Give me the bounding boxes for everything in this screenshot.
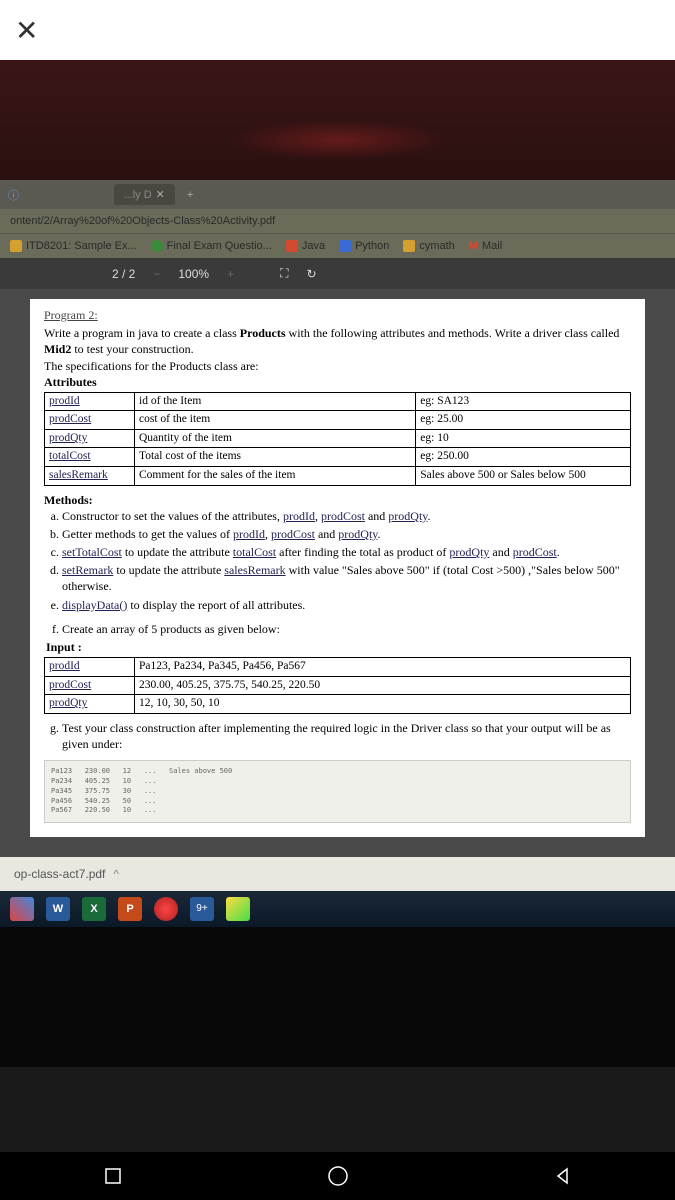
zoom-out-button[interactable]: −: [153, 267, 160, 281]
home-button[interactable]: [327, 1165, 349, 1187]
bookmark-mail[interactable]: M Mail: [469, 240, 502, 252]
list-item: Test your class construction after imple…: [62, 720, 631, 752]
url-bar[interactable]: ontent/2/Array%20of%20Objects-Class%20Ac…: [0, 209, 675, 233]
spec-line: The specifications for the Products clas…: [44, 358, 631, 374]
java-icon: [286, 240, 298, 252]
input-table: prodIdPa123, Pa234, Pa345, Pa456, Pa567 …: [44, 657, 631, 714]
close-icon[interactable]: ✕: [15, 14, 38, 47]
list-item: displayData() to display the report of a…: [62, 597, 631, 613]
tab-close-icon[interactable]: ✕: [156, 188, 165, 201]
android-nav-bar: [0, 1152, 675, 1200]
doc-icon: [10, 240, 22, 252]
list-item: setTotalCost to update the attribute tot…: [62, 544, 631, 560]
bookmarks-bar: ITD8201: Sample Ex... Final Exam Questio…: [0, 233, 675, 258]
back-button[interactable]: [552, 1165, 574, 1187]
word-icon[interactable]: W: [46, 897, 70, 921]
output-preview: Pa123 230.00 12 ... Sales above 500 Pa23…: [44, 760, 631, 823]
table-row: prodCostcost of the itemeg: 25.00: [45, 411, 631, 430]
intro-text: Write a program in java to create a clas…: [44, 325, 631, 357]
excel-icon[interactable]: X: [82, 897, 106, 921]
powerpoint-icon[interactable]: P: [118, 897, 142, 921]
bookmark-python[interactable]: Python: [339, 240, 389, 252]
pdf-viewport[interactable]: Program 2: Write a program in java to cr…: [0, 289, 675, 857]
table-row: prodIdPa123, Pa234, Pa345, Pa456, Pa567: [45, 658, 631, 677]
chevron-up-icon[interactable]: ^: [113, 867, 119, 881]
mail-icon: M: [469, 240, 478, 252]
new-tab-button[interactable]: +: [181, 189, 199, 201]
bookmark-final-exam[interactable]: Final Exam Questio...: [151, 240, 272, 252]
table-row: prodCost230.00, 405.25, 375.75, 540.25, …: [45, 676, 631, 695]
program-title: Program 2:: [44, 307, 631, 323]
pdf-toolbar: 2 / 2 − 100% + ⛶ ↻: [0, 258, 675, 289]
methods-list-2: Create an array of 5 products as given b…: [62, 621, 631, 637]
info-icon: ⓘ: [8, 187, 19, 203]
browser-tab[interactable]: ...ly D ✕: [114, 184, 175, 205]
table-row: totalCostTotal cost of the itemseg: 250.…: [45, 448, 631, 467]
fit-page-icon[interactable]: ⛶: [280, 266, 288, 281]
rotate-icon[interactable]: ↻: [307, 267, 317, 281]
tab-label: ...ly D: [124, 189, 152, 201]
python-icon: [339, 240, 351, 252]
app-icon[interactable]: [154, 897, 178, 921]
start-icon[interactable]: [10, 897, 34, 921]
zoom-in-button[interactable]: +: [227, 267, 234, 281]
table-row: salesRemarkComment for the sales of the …: [45, 467, 631, 486]
dim-area: [0, 60, 675, 180]
app-icon-2[interactable]: 9+: [190, 897, 214, 921]
table-row: prodQty12, 10, 30, 50, 10: [45, 695, 631, 714]
circle-icon: [151, 240, 163, 252]
downloads-bar: op-class-act7.pdf ^: [0, 857, 675, 891]
attributes-table: prodIdid of the Itemeg: SA123 prodCostco…: [44, 392, 631, 486]
methods-heading: Methods:: [44, 492, 631, 508]
bookmark-cymath[interactable]: cymath: [403, 240, 454, 252]
input-heading: Input :: [46, 639, 631, 655]
list-item: Getter methods to get the values of prod…: [62, 526, 631, 542]
pdf-page: Program 2: Write a program in java to cr…: [30, 299, 645, 837]
attributes-heading: Attributes: [44, 374, 631, 390]
url-text: ontent/2/Array%20of%20Objects-Class%20Ac…: [10, 215, 275, 227]
bookmark-java[interactable]: Java: [286, 240, 325, 252]
phone-status-bar: ✕: [0, 0, 675, 60]
empty-area: [0, 927, 675, 1067]
methods-list-3: Test your class construction after imple…: [62, 720, 631, 752]
list-item: Create an array of 5 products as given b…: [62, 621, 631, 637]
cymath-icon: [403, 240, 415, 252]
methods-list: Constructor to set the values of the att…: [62, 508, 631, 613]
zoom-level[interactable]: 100%: [178, 267, 209, 281]
windows-taskbar: W X P 9+: [0, 891, 675, 927]
list-item: Constructor to set the values of the att…: [62, 508, 631, 524]
table-row: prodIdid of the Itemeg: SA123: [45, 392, 631, 411]
download-file[interactable]: op-class-act7.pdf: [14, 867, 105, 881]
browser-tab-strip: ⓘ ...ly D ✕ +: [0, 180, 675, 209]
page-indicator[interactable]: 2 / 2: [112, 267, 135, 281]
table-row: prodQtyQuantity of the itemeg: 10: [45, 429, 631, 448]
app-icon-3[interactable]: [226, 897, 250, 921]
recent-apps-button[interactable]: [102, 1165, 124, 1187]
list-item: setRemark to update the attribute salesR…: [62, 562, 631, 594]
bookmark-sample-ex[interactable]: ITD8201: Sample Ex...: [10, 240, 137, 252]
